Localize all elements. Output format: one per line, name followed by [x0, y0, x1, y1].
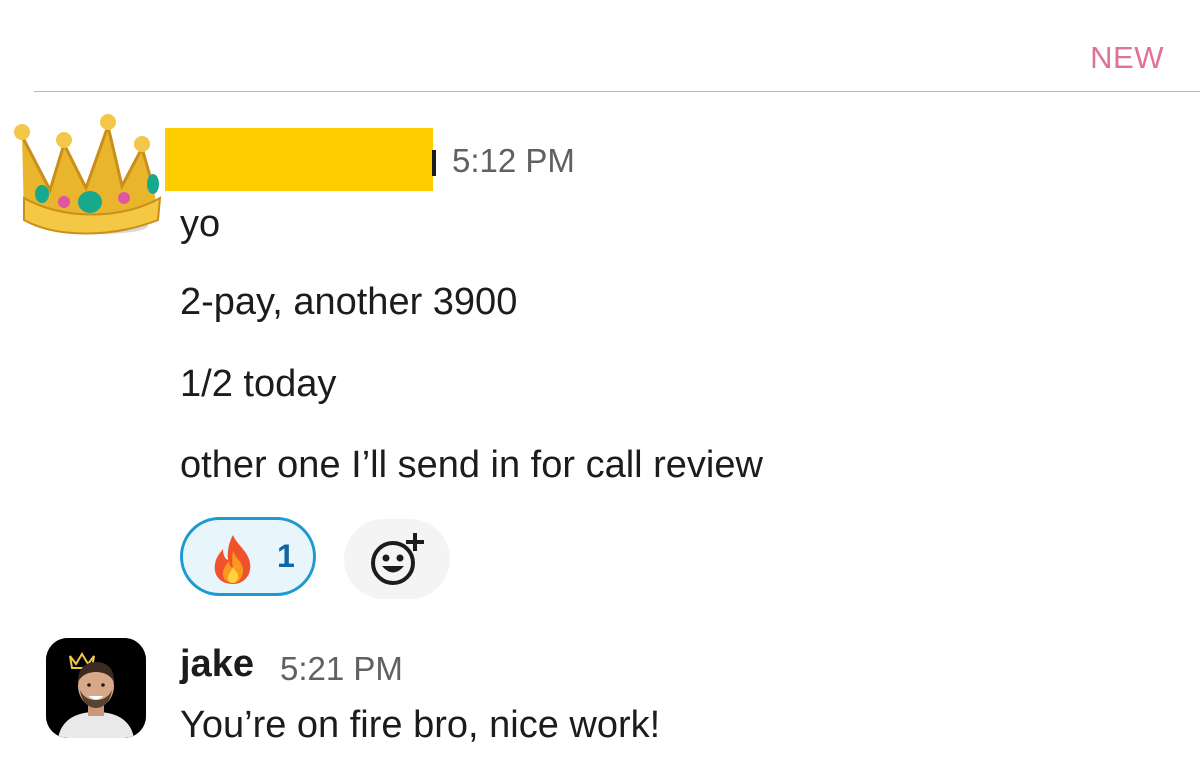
redacted-author-name[interactable] — [165, 128, 433, 191]
author-name-fragment — [432, 150, 436, 176]
message-text-line: You’re on fire bro, nice work! — [180, 704, 661, 746]
message-text-line: other one I’ll send in for call review — [180, 444, 763, 486]
fire-icon — [214, 535, 251, 584]
avatar[interactable] — [46, 638, 146, 738]
new-messages-divider — [34, 91, 1200, 92]
crown-icon[interactable] — [12, 98, 166, 238]
message-timestamp[interactable]: 5:21 PM — [280, 650, 403, 688]
message-text-line: 1/2 today — [180, 363, 337, 405]
author-name[interactable]: jake — [180, 643, 254, 686]
reaction-count: 1 — [277, 538, 295, 574]
message-text-line: 2-pay, another 3900 — [180, 281, 518, 323]
message-timestamp[interactable]: 5:12 PM — [452, 142, 575, 180]
message-pane: NEW 5:12 PM yo 2-pay, another 3900 1/2 t… — [0, 0, 1200, 767]
fire-reaction-button[interactable]: 1 — [180, 517, 316, 596]
message-text-line: yo — [180, 203, 221, 245]
new-messages-label: NEW — [1090, 40, 1164, 75]
add-reaction-button[interactable] — [344, 519, 450, 599]
add-emoji-icon — [371, 533, 424, 585]
